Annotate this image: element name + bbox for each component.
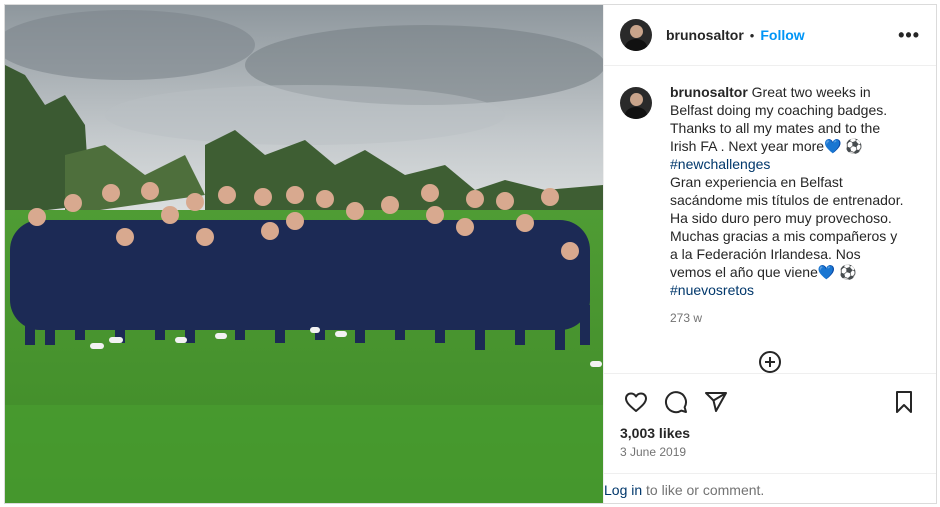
login-text: to like or comment. xyxy=(642,482,765,498)
post-date[interactable]: 3 June 2019 xyxy=(620,445,686,459)
caption-text-es: Gran experiencia en Belfast sacándome mi… xyxy=(670,174,904,280)
separator-dot: • xyxy=(749,27,755,43)
login-link[interactable]: Log in xyxy=(604,482,642,498)
time-ago[interactable]: 273 w xyxy=(670,309,904,327)
share-button[interactable] xyxy=(696,382,736,422)
username[interactable]: brunosaltor xyxy=(666,27,744,43)
add-comment-icon[interactable] xyxy=(758,350,782,374)
likes-count[interactable]: 3,003 likes xyxy=(620,425,690,441)
comment-button[interactable] xyxy=(656,382,696,422)
like-button[interactable] xyxy=(616,382,656,422)
caption: brunosaltor Great two weeks in Belfast d… xyxy=(670,83,904,357)
comment-icon xyxy=(665,390,687,413)
caption-emoji-en: 💙 ⚽ xyxy=(824,138,863,154)
avatar[interactable] xyxy=(620,19,652,51)
caption-emoji-es: 💙 ⚽ xyxy=(817,264,857,280)
save-button[interactable] xyxy=(884,382,924,422)
more-dots-icon[interactable]: ••• xyxy=(898,25,920,46)
post-photo[interactable] xyxy=(5,5,603,503)
post-header: brunosaltor • Follow ••• xyxy=(604,5,936,66)
login-prompt: Log in to like or comment. xyxy=(604,473,936,504)
caption-area: brunosaltor Great two weeks in Belfast d… xyxy=(604,67,936,373)
follow-button[interactable]: Follow xyxy=(760,27,804,43)
heart-icon xyxy=(625,392,647,412)
bookmark-icon xyxy=(896,390,912,413)
hashtag-newchallenges[interactable]: #newchallenges xyxy=(670,156,770,172)
post-sidebar: brunosaltor • Follow ••• brunosaltor Gre… xyxy=(603,5,936,503)
caption-username[interactable]: brunosaltor xyxy=(670,84,748,100)
action-bar xyxy=(604,373,936,429)
caption-avatar[interactable] xyxy=(620,87,652,119)
send-icon xyxy=(705,391,727,412)
post-card: brunosaltor • Follow ••• brunosaltor Gre… xyxy=(4,4,937,504)
hashtag-nuevosretos[interactable]: #nuevosretos xyxy=(670,282,754,298)
